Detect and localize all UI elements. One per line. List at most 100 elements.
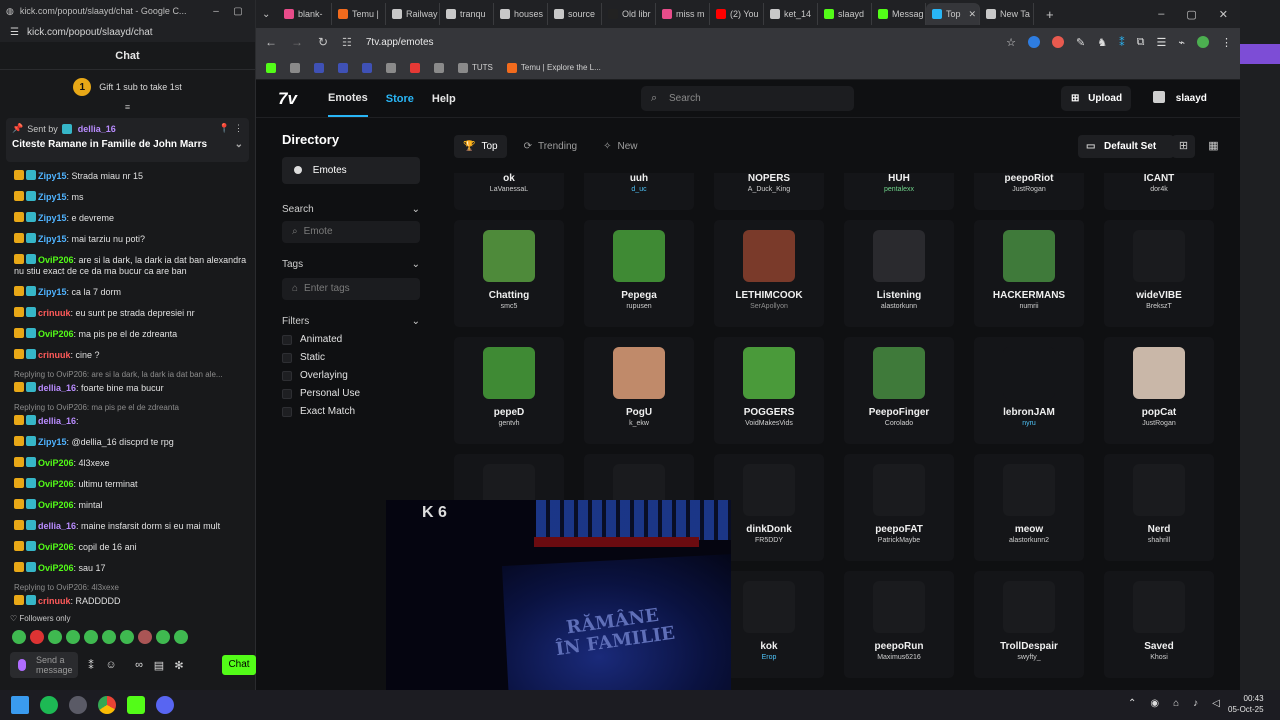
emote-author[interactable]: shahrill — [1104, 537, 1214, 544]
chat-message[interactable]: Zipy15: @dellia_16 discprd te rpg — [14, 436, 247, 448]
emote-card[interactable]: Pepega rupusen — [584, 220, 694, 327]
browser-tab[interactable]: Top ✕ — [926, 3, 980, 25]
emote-icon[interactable] — [66, 630, 80, 644]
emote-card[interactable]: ICANT dor4k — [1104, 173, 1214, 210]
tags-section-toggle[interactable]: Tags ⌄ — [282, 259, 420, 270]
emote-card[interactable]: NOPERS A_Duck_King — [714, 173, 824, 210]
chat-username[interactable]: Zipy15 — [38, 171, 67, 181]
upload-button[interactable]: ⊞ Upload — [1061, 86, 1131, 111]
chrome-icon[interactable] — [98, 696, 116, 714]
chat-message[interactable]: OviP206: copil de 16 ani — [14, 541, 247, 553]
network-icon[interactable]: ⌂ — [1173, 698, 1179, 709]
browser-tab[interactable]: tranqu — [440, 3, 494, 25]
extension-icon[interactable]: ✎ — [1076, 36, 1085, 49]
emote-card[interactable]: TrollDespair swyfty_ — [974, 571, 1084, 678]
back-icon[interactable]: ← — [264, 35, 278, 49]
emote-author[interactable]: Corolado — [844, 420, 954, 427]
kick-icon[interactable] — [127, 696, 145, 714]
chat-message[interactable]: dellia_16: foarte bine ma bucur — [14, 382, 247, 394]
emote-author[interactable]: nyru — [974, 420, 1084, 427]
chat-username[interactable]: Zipy15 — [38, 437, 67, 447]
chat-username[interactable]: OviP206 — [38, 255, 74, 265]
chat-username[interactable]: OviP206 — [38, 458, 74, 468]
chat-username[interactable]: crinuuk — [38, 308, 71, 318]
browser-tab[interactable]: Old libr — [602, 3, 656, 25]
emote-icon[interactable] — [138, 630, 152, 644]
more-options-icon[interactable]: ⋮ — [234, 123, 243, 134]
bookmark-item[interactable] — [410, 62, 420, 73]
emote-author[interactable]: alastorkunn — [844, 303, 954, 310]
microphone-icon[interactable]: ♪ — [1193, 698, 1198, 709]
small-grid-view-icon[interactable]: ▦ — [1202, 135, 1225, 158]
link-icon[interactable]: ∞ — [132, 659, 146, 671]
emote-search-input[interactable]: ⌕ Emote — [282, 221, 420, 243]
new-tab-icon[interactable]: + — [1046, 7, 1054, 22]
profile-avatar[interactable] — [1197, 36, 1209, 48]
chat-message-input[interactable]: Send a message — [10, 652, 78, 678]
chat-message[interactable]: Zipy15: ca la 7 dorm — [14, 286, 247, 298]
pin-toggle-icon[interactable]: 📍 — [219, 123, 230, 134]
emote-card[interactable]: Chatting smc5 — [454, 220, 564, 327]
emote-icon[interactable] — [120, 630, 134, 644]
chat-username[interactable]: crinuuk — [38, 596, 71, 606]
close-icon[interactable]: ✕ — [1219, 8, 1228, 21]
chat-message[interactable]: OviP206: ultimu terminat — [14, 478, 247, 490]
spotify-icon[interactable] — [40, 696, 58, 714]
chat-message[interactable]: crinuuk: RADDDDD — [14, 595, 247, 607]
chat-message[interactable]: OviP206: mintal — [14, 499, 247, 511]
browser-tab[interactable]: slaayd — [818, 3, 872, 25]
user-menu[interactable]: slaayd — [1153, 91, 1207, 104]
checkbox-box[interactable] — [282, 352, 292, 363]
gift-sub-banner[interactable]: 1 Gift 1 sub to take 1st — [0, 70, 255, 104]
close-tab-icon[interactable]: ✕ — [969, 9, 977, 20]
search-section-toggle[interactable]: Search ⌄ — [282, 204, 420, 215]
emote-author[interactable]: VoidMakesVids — [714, 420, 824, 427]
maximize-icon[interactable]: ▢ — [227, 6, 249, 17]
seventv-logo[interactable]: 7v — [278, 89, 310, 109]
chat-send-button[interactable]: Chat — [222, 655, 256, 675]
emote-author[interactable]: BrekszT — [1104, 303, 1214, 310]
chat-message[interactable]: OviP206: are si la dark, la dark ia dat … — [14, 254, 247, 277]
emote-author[interactable]: gentvh — [454, 420, 564, 427]
emote-card[interactable]: HACKERMANS numrii — [974, 220, 1084, 327]
bookmark-item[interactable] — [434, 62, 444, 73]
emotes-directory-button[interactable]: Emotes — [282, 157, 420, 184]
reply-context[interactable]: Replying to OviP206: are si la dark, la … — [14, 370, 247, 379]
browser-tab[interactable]: (2) You — [710, 3, 764, 25]
emote-author[interactable]: alastorkunn2 — [974, 537, 1084, 544]
filters-section-toggle[interactable]: Filters ⌄ — [282, 316, 420, 327]
browser-tab[interactable]: blank- — [278, 3, 332, 25]
bookmark-item[interactable] — [290, 62, 300, 73]
reload-icon[interactable]: ↻ — [316, 35, 330, 49]
reply-context[interactable]: Replying to OviP206: 4l3xexe — [14, 583, 247, 592]
chat-username[interactable]: dellia_16 — [38, 416, 76, 426]
chat-message[interactable]: Zipy15: Strada miau nr 15 — [14, 170, 247, 182]
bookmark-item[interactable]: Temu | Explore the L... — [506, 62, 601, 73]
browser-tab[interactable]: miss m — [656, 3, 710, 25]
chat-message[interactable]: crinuuk: cine ? — [14, 349, 247, 361]
chat-username[interactable]: OviP206 — [38, 542, 74, 552]
emote-icon[interactable] — [12, 630, 26, 644]
chat-message[interactable]: dellia_16: — [14, 415, 247, 427]
emote-author[interactable]: d_uc — [584, 186, 694, 193]
filter-checkbox[interactable]: Animated — [282, 334, 420, 345]
chat-username[interactable]: OviP206 — [38, 329, 74, 339]
site-search-input[interactable]: ⌕ Search — [641, 86, 854, 111]
extension-icon[interactable] — [1028, 36, 1041, 48]
taskbar-clock[interactable]: 00:43 05-Oct-25 — [1228, 693, 1264, 715]
extension-icon[interactable]: ⧉ — [1137, 36, 1145, 48]
checkbox-box[interactable] — [282, 334, 292, 345]
chat-message[interactable]: OviP206: 4l3xexe — [14, 457, 247, 469]
chat-username[interactable]: Zipy15 — [38, 213, 67, 223]
emote-card[interactable]: popCat JustRogan — [1104, 337, 1214, 444]
browser-tab[interactable]: Temu | — [332, 3, 386, 25]
extension-icon[interactable]: ☰ — [1157, 36, 1167, 49]
bookmark-item[interactable] — [314, 62, 324, 73]
emoji-icon[interactable]: ☺ — [104, 659, 118, 671]
filter-checkbox[interactable]: Exact Match — [282, 406, 420, 417]
emote-author[interactable]: numrii — [974, 303, 1084, 310]
sort-tab-new[interactable]: ✧ New — [594, 135, 646, 158]
emote-card[interactable]: peepoRun Maximus6216 — [844, 571, 954, 678]
emote-card[interactable]: POGGERS VoidMakesVids — [714, 337, 824, 444]
default-set-button[interactable]: ▭ Default Set — [1078, 135, 1174, 158]
